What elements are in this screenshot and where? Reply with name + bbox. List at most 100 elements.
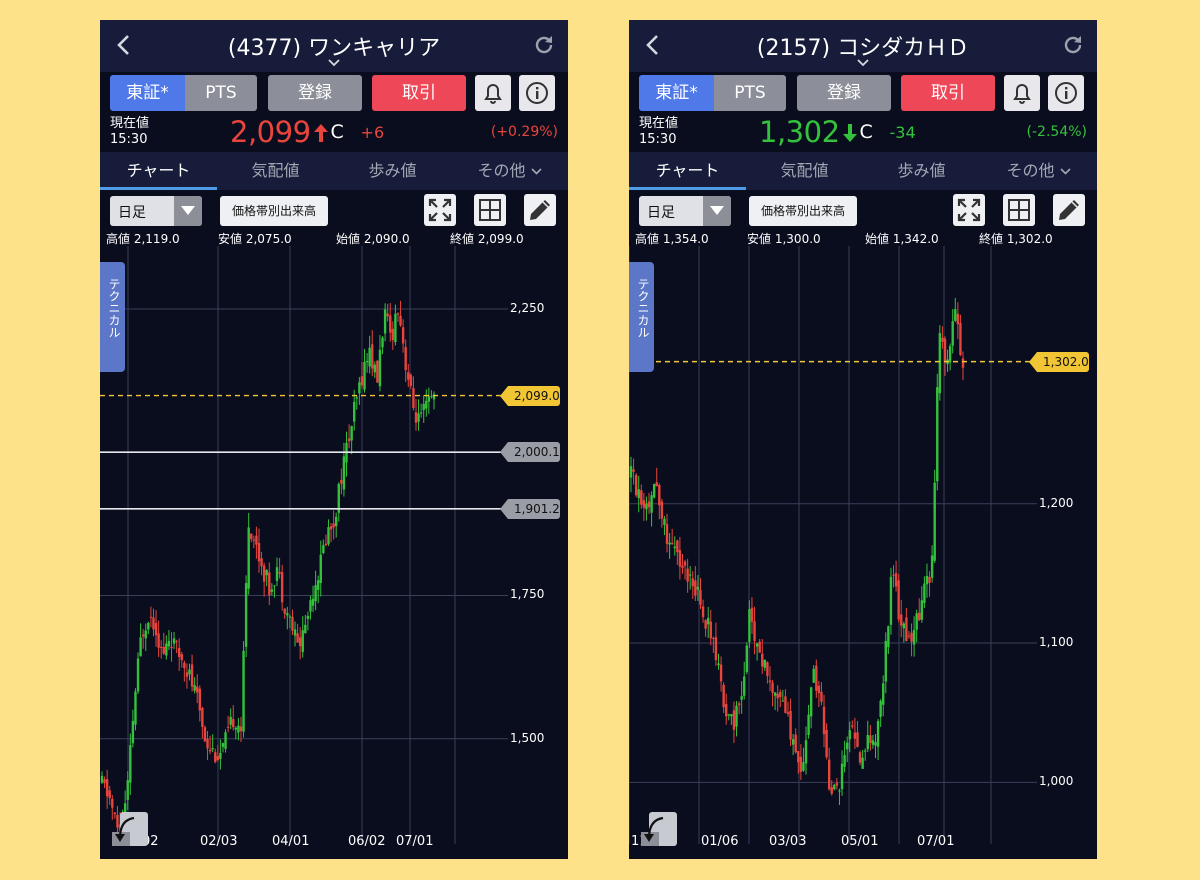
- action-buttons: 東証* PTS 登録 取引: [629, 72, 1097, 114]
- y-tick-label: 2,250: [510, 301, 545, 316]
- register-button[interactable]: 登録: [797, 75, 891, 111]
- trade-button[interactable]: 取引: [372, 75, 466, 111]
- candlestick-chart[interactable]: [629, 246, 1097, 859]
- candle-body: [732, 710, 736, 730]
- trade-button[interactable]: 取引: [901, 75, 995, 111]
- draw-button[interactable]: [1053, 194, 1085, 226]
- candle-body: [845, 742, 849, 750]
- candle-body: [786, 712, 790, 715]
- volume-profile-button[interactable]: 価格帯別出来高: [749, 196, 857, 226]
- layout-button[interactable]: [474, 194, 506, 226]
- ohlc-low: 安値 2,075.0: [218, 232, 292, 246]
- candle-body: [219, 752, 222, 759]
- candle-body: [951, 321, 954, 346]
- candle-body: [255, 535, 258, 545]
- candle-body: [206, 738, 209, 749]
- candle-body: [208, 749, 212, 752]
- tab-quotes[interactable]: 気配値: [217, 152, 334, 190]
- exchange-tse-button[interactable]: 東証*: [110, 75, 185, 111]
- candle-body: [293, 629, 297, 636]
- tab-trades[interactable]: 歩み値: [863, 152, 980, 190]
- period-dropdown[interactable]: [174, 196, 202, 226]
- volume-profile-button[interactable]: 価格帯別出来高: [220, 196, 328, 226]
- back-arrow-icon[interactable]: [112, 32, 138, 58]
- candle-body: [288, 616, 292, 618]
- tab-chart[interactable]: チャート: [100, 152, 217, 190]
- tab-quotes[interactable]: 気配値: [746, 152, 863, 190]
- refresh-icon[interactable]: [1061, 33, 1085, 57]
- candle-body: [936, 387, 939, 482]
- technical-tab[interactable]: テクニカル: [629, 262, 654, 372]
- exchange-pts-button[interactable]: PTS: [185, 75, 257, 111]
- candle-body: [771, 682, 774, 693]
- candle-body: [871, 740, 875, 745]
- alert-button[interactable]: [475, 75, 511, 111]
- candle-body: [938, 333, 942, 394]
- candle-body: [629, 466, 633, 478]
- candle-body: [925, 575, 929, 585]
- candle-body: [843, 755, 846, 767]
- alert-button[interactable]: [1004, 75, 1040, 111]
- candle-body: [239, 726, 243, 732]
- candle-body: [894, 573, 898, 587]
- tab-others[interactable]: その他: [451, 152, 568, 190]
- register-button[interactable]: 登録: [268, 75, 362, 111]
- price-label: 現在値 15:30: [639, 116, 679, 147]
- tab-chart[interactable]: チャート: [629, 152, 746, 190]
- period-select[interactable]: 日足: [639, 196, 731, 226]
- candle-body: [858, 752, 862, 763]
- tab-others[interactable]: その他: [980, 152, 1097, 190]
- candle-body: [221, 743, 225, 747]
- chevron-down-icon[interactable]: [856, 58, 870, 67]
- candle-body: [827, 759, 831, 790]
- candle-body: [430, 395, 433, 397]
- period-dropdown[interactable]: [703, 196, 731, 226]
- candle-body: [961, 358, 965, 368]
- chart-canvas[interactable]: [629, 246, 1097, 859]
- candle-body: [691, 578, 694, 587]
- expand-button[interactable]: [424, 194, 456, 226]
- y-tick-label: 1,750: [510, 587, 545, 602]
- undo-icon[interactable]: [639, 810, 679, 848]
- back-arrow-icon[interactable]: [641, 32, 667, 58]
- candle-body: [353, 401, 356, 422]
- exchange-pts-button[interactable]: PTS: [714, 75, 786, 111]
- candle-body: [280, 572, 284, 603]
- candle-body: [170, 646, 173, 649]
- info-button[interactable]: [519, 75, 555, 111]
- period-select[interactable]: 日足: [110, 196, 202, 226]
- y-tick-label: 1,500: [510, 730, 545, 745]
- candle-body: [355, 397, 358, 399]
- candle-body: [943, 338, 947, 363]
- candle-body: [157, 633, 160, 648]
- info-button[interactable]: [1048, 75, 1084, 111]
- candle-body: [874, 742, 877, 746]
- draw-button[interactable]: [524, 194, 556, 226]
- candle-body: [203, 727, 207, 742]
- bell-icon: [1013, 84, 1031, 104]
- candle-body: [753, 621, 756, 641]
- candle-body: [391, 328, 395, 341]
- candle-body: [789, 710, 792, 740]
- expand-button[interactable]: [953, 194, 985, 226]
- refresh-icon[interactable]: [532, 33, 556, 57]
- layout-button[interactable]: [1003, 194, 1035, 226]
- candle-body: [291, 616, 294, 631]
- ohlc-high: 高値 1,354.0: [635, 232, 709, 246]
- candle-body: [273, 585, 276, 587]
- technical-tab[interactable]: テクニカル: [100, 262, 125, 372]
- candlestick-chart[interactable]: [100, 246, 568, 859]
- chart-canvas[interactable]: [100, 246, 568, 859]
- undo-icon[interactable]: [110, 810, 150, 848]
- tab-trades[interactable]: 歩み値: [334, 152, 451, 190]
- candle-body: [414, 412, 418, 423]
- chevron-down-icon[interactable]: [327, 58, 341, 67]
- exchange-tse-button[interactable]: 東証*: [639, 75, 714, 111]
- bell-icon: [484, 84, 502, 104]
- candle-body: [381, 337, 384, 348]
- candle-body: [707, 617, 710, 625]
- candle-body: [268, 572, 271, 596]
- candle-body: [105, 779, 109, 797]
- y-tick-label: 1,000: [1039, 774, 1074, 789]
- candle-body: [224, 732, 227, 749]
